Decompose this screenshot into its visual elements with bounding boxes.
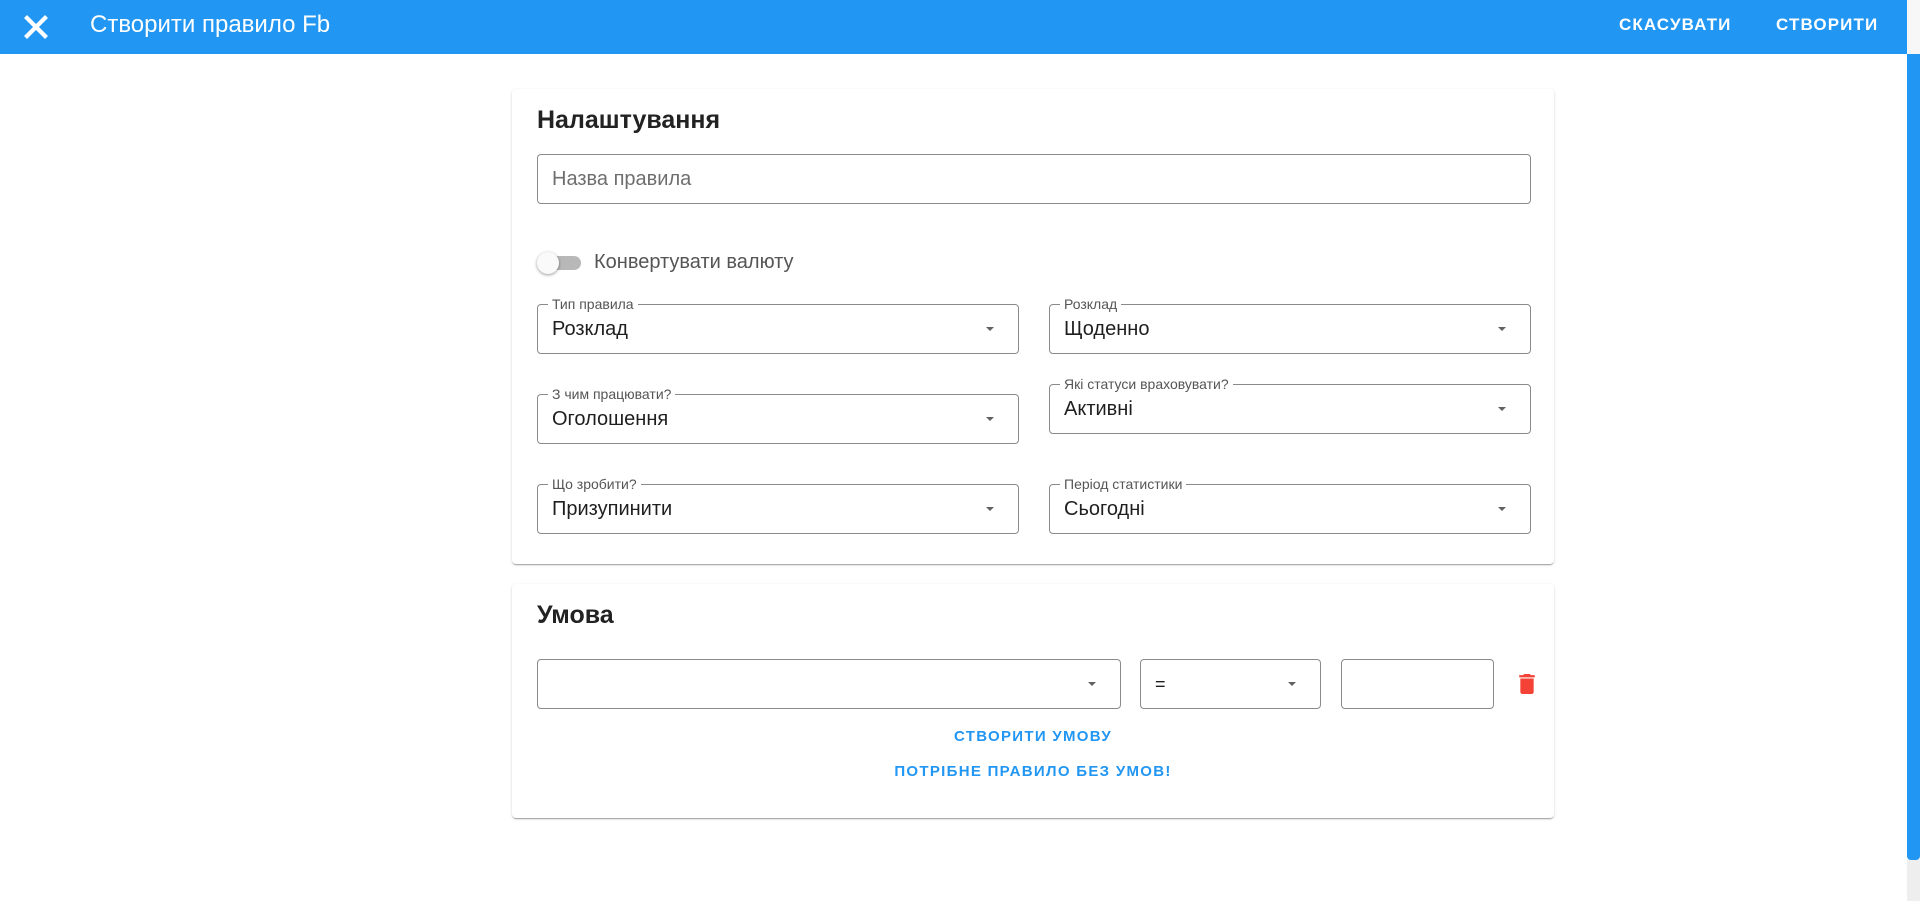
caret-down-icon (1088, 682, 1096, 686)
close-icon (24, 15, 48, 39)
caret-down-icon (986, 417, 994, 421)
rule-name-field[interactable]: Назва правила (537, 154, 1531, 204)
caret-down-icon (1288, 682, 1296, 686)
create-button[interactable]: СТВОРИТИ (1776, 12, 1878, 38)
convert-currency-label: Конвертувати валюту (594, 251, 794, 273)
settings-title: Налаштування (537, 106, 721, 134)
cancel-button[interactable]: СКАСУВАТИ (1619, 12, 1732, 38)
period-value: Сьогодні (1064, 497, 1145, 520)
schedule-value: Щоденно (1064, 317, 1150, 340)
rule-type-select[interactable]: Тип правила Розклад (537, 296, 1019, 354)
caret-down-icon (986, 327, 994, 331)
operator-value: = (1155, 673, 1166, 694)
convert-currency-toggle[interactable] (537, 247, 583, 277)
metric-select[interactable] (537, 659, 1121, 709)
condition-title: Умова (537, 601, 614, 629)
action-select[interactable]: Що зробити? Призупинити (537, 476, 1019, 534)
no-conditions-link-row: ПОТРІБНЕ ПРАВИЛО БЕЗ УМОВ! (512, 763, 1554, 780)
work-with-select[interactable]: З чим працювати? Оголошення (537, 386, 1019, 444)
condition-card: Умова = СТВОРИТИ УМОВУ ПОТРІБНЕ ПРАВИЛО … (512, 584, 1554, 818)
caret-down-icon (986, 507, 994, 511)
caret-down-icon (1498, 407, 1506, 411)
toggle-thumb (537, 252, 559, 274)
create-condition-link-row: СТВОРИТИ УМОВУ (512, 728, 1554, 745)
schedule-select[interactable]: Розклад Щоденно (1049, 296, 1531, 354)
work-with-value: Оголошення (552, 407, 669, 430)
scrollbar-end (1907, 860, 1920, 901)
scrollbar-thumb[interactable] (1907, 54, 1920, 860)
settings-card: Налаштування Назва правила Конвертувати … (512, 89, 1554, 564)
rule-name-placeholder: Назва правила (552, 167, 692, 190)
top-app-bar: Створити правило Fb СКАСУВАТИ СТВОРИТИ (0, 0, 1907, 54)
caret-down-icon (1498, 507, 1506, 511)
page-title: Створити правило Fb (90, 11, 331, 38)
action-value: Призупинити (552, 497, 673, 520)
close-button[interactable] (18, 9, 54, 45)
caret-down-icon (1498, 327, 1506, 331)
statuses-select[interactable]: Які статуси враховувати? Активні (1049, 376, 1531, 434)
amount-input[interactable] (1341, 659, 1494, 709)
period-select[interactable]: Період статистики Сьогодні (1049, 476, 1531, 534)
create-condition-button[interactable]: СТВОРИТИ УМОВУ (954, 728, 1112, 745)
rule-type-value: Розклад (552, 317, 628, 340)
statuses-value: Активні (1064, 397, 1133, 420)
no-conditions-button[interactable]: ПОТРІБНЕ ПРАВИЛО БЕЗ УМОВ! (894, 763, 1171, 780)
operator-select[interactable]: = (1140, 659, 1321, 709)
trash-icon[interactable] (1518, 674, 1536, 694)
